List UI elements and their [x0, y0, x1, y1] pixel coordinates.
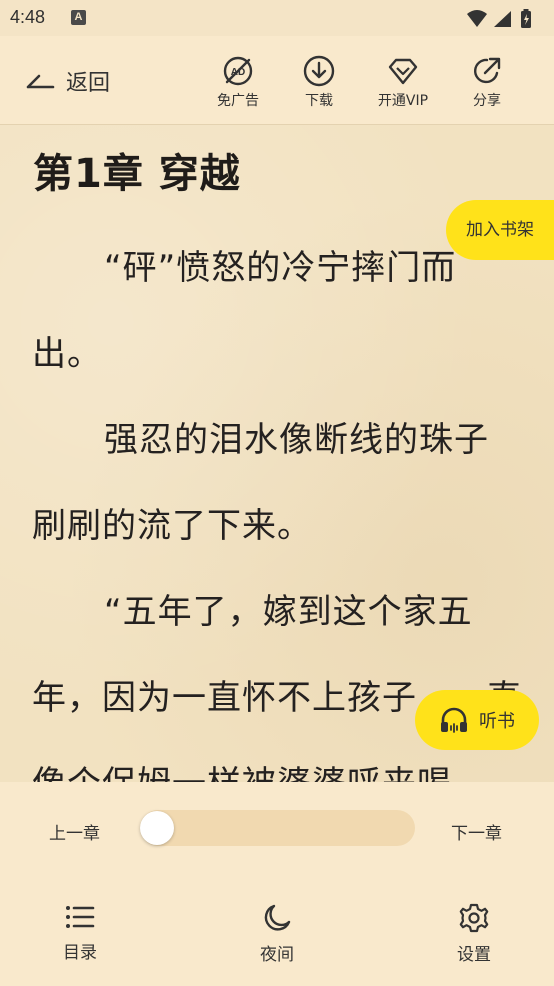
night-mode-label: 夜间 — [260, 945, 294, 965]
notification-icon: A — [71, 10, 86, 25]
download-label: 下载 — [305, 93, 333, 109]
add-to-shelf-button[interactable]: 加入书架 — [446, 200, 554, 260]
paragraph: 强忍的泪水像断线的珠子刷刷的流了下来。 — [32, 420, 489, 546]
prev-chapter-button[interactable]: 上一章 — [49, 819, 100, 844]
share-button[interactable]: 分享 — [447, 54, 527, 110]
share-icon — [474, 57, 501, 84]
catalog-label: 目录 — [63, 943, 97, 963]
share-label: 分享 — [473, 93, 501, 109]
no-ads-button[interactable]: AD 免广告 — [198, 54, 278, 110]
bottom-panel: 上一章 下一章 目录 夜间 设置 — [0, 782, 554, 986]
headphones-icon — [441, 707, 467, 733]
listen-button[interactable]: 听书 — [415, 690, 539, 750]
status-bar: 4:48 A — [0, 0, 554, 36]
wifi-icon — [467, 10, 487, 27]
reader-toolbar: 返回 AD 免广告 下载 开通VIP 分享 — [0, 36, 554, 125]
moon-icon — [264, 904, 291, 931]
back-arrow-icon — [26, 74, 55, 89]
settings-label: 设置 — [457, 945, 491, 965]
list-icon — [66, 906, 95, 928]
vip-diamond-icon — [388, 58, 418, 85]
status-icons — [464, 8, 544, 30]
no-ads-label: 免广告 — [217, 93, 259, 109]
gear-icon — [459, 903, 489, 933]
paragraph: “砰”愤怒的冷宁摔门而出。 — [32, 248, 457, 374]
chapter-progress-slider[interactable] — [140, 810, 415, 846]
vip-button[interactable]: 开通VIP — [363, 54, 443, 110]
back-button[interactable]: 返回 — [26, 66, 110, 96]
next-chapter-button[interactable]: 下一章 — [451, 819, 502, 844]
slider-thumb[interactable] — [140, 811, 174, 845]
vip-label: 开通VIP — [377, 93, 429, 109]
listen-label: 听书 — [479, 711, 515, 732]
catalog-button[interactable]: 目录 — [35, 902, 125, 963]
back-label: 返回 — [66, 71, 111, 96]
signal-icon — [494, 11, 511, 27]
download-button[interactable]: 下载 — [279, 54, 359, 110]
status-time: 4:48 — [10, 7, 46, 27]
battery-icon — [521, 9, 531, 28]
chapter-title: 第1章 穿越 — [33, 151, 241, 197]
settings-button[interactable]: 设置 — [429, 902, 519, 965]
night-mode-button[interactable]: 夜间 — [232, 902, 322, 965]
download-icon — [303, 55, 335, 87]
no-ads-icon: AD — [223, 56, 253, 86]
paragraph: “五年了，嫁到这个家五年，因为一直怀不上孩子，一直像个保姆一样被婆婆呼来喝 — [32, 592, 521, 782]
